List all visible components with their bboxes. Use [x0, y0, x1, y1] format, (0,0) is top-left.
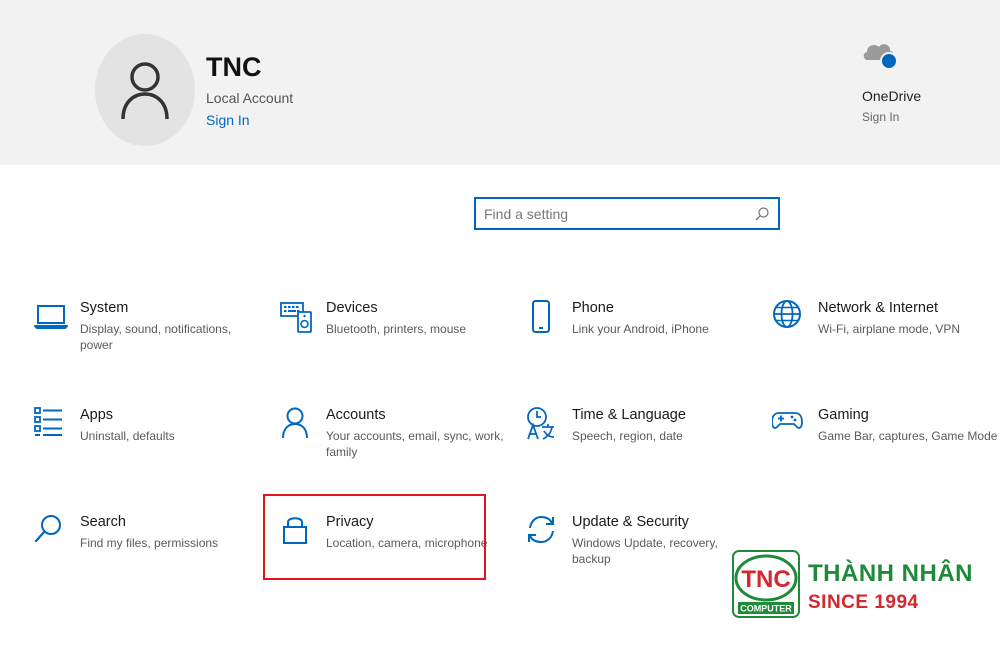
account-header: TNC Local Account Sign In OneDrive Sign … [0, 0, 1000, 165]
tile-description: Windows Update, recovery, backup [572, 536, 718, 566]
magnifier-icon [34, 514, 68, 548]
tile-description: Find my files, permissions [80, 536, 219, 550]
tile-title: Update & Security [572, 514, 689, 530]
tile-title: Time & Language [572, 407, 686, 423]
tile-title: Apps [80, 407, 114, 423]
brand-badge-subtext: COMPUTER [740, 604, 792, 614]
settings-tile-network[interactable]: Network & Internet Wi-Fi, airplane mode,… [772, 300, 1000, 378]
tile-title: Search [80, 514, 126, 530]
lock-icon [280, 514, 314, 548]
time-language-icon [526, 407, 560, 441]
onedrive-tile[interactable]: OneDrive Sign In [852, 36, 932, 131]
brand-badge-text: TNC [741, 566, 790, 593]
user-avatar-icon [121, 62, 169, 120]
tile-title: Gaming [818, 407, 869, 423]
tile-description: Bluetooth, printers, mouse [326, 322, 467, 336]
settings-tile-time-language[interactable]: Time & Language Speech, region, date [526, 407, 756, 485]
laptop-icon [34, 300, 68, 334]
settings-tile-gaming[interactable]: Gaming Game Bar, captures, Game Mode [771, 407, 1000, 485]
tile-description: Display, sound, notifications, power [80, 322, 232, 352]
globe-icon [772, 300, 806, 334]
sync-arrows-icon [526, 514, 560, 548]
gamepad-icon [771, 407, 806, 441]
account-name: TNC [206, 52, 262, 82]
tile-description: Link your Android, iPhone [572, 322, 709, 336]
tile-description: Speech, region, date [572, 429, 683, 443]
settings-tile-apps[interactable]: Apps Uninstall, defaults [34, 407, 264, 485]
settings-tile-phone[interactable]: Phone Link your Android, iPhone [526, 300, 756, 378]
tile-description: Your accounts, email, sync, work, family [326, 429, 504, 459]
tile-title: Privacy [326, 514, 374, 530]
tile-title: Network & Internet [818, 300, 939, 316]
avatar[interactable] [95, 34, 195, 146]
tile-description: Uninstall, defaults [80, 429, 175, 443]
settings-tile-update-security[interactable]: Update & Security Windows Update, recove… [526, 514, 756, 592]
tile-title: Accounts [326, 407, 386, 423]
brand-name: THÀNH NHÂN [808, 560, 973, 587]
tnc-logo-icon: TNC COMPUTER [732, 550, 800, 618]
account-type: Local Account [206, 90, 294, 106]
search-icon[interactable] [754, 206, 770, 222]
settings-tile-system[interactable]: System Display, sound, notifications, po… [34, 300, 264, 378]
settings-tile-privacy[interactable]: Privacy Location, camera, microphone [280, 514, 510, 592]
phone-icon [526, 300, 560, 334]
tile-description: Wi-Fi, airplane mode, VPN [818, 322, 961, 336]
devices-icon [280, 300, 314, 334]
tile-description: Location, camera, microphone [326, 536, 488, 550]
settings-tile-search[interactable]: Search Find my files, permissions [34, 514, 264, 592]
settings-search-box[interactable] [474, 197, 780, 230]
onedrive-sign-in[interactable]: Sign In [862, 110, 899, 124]
tile-title: Phone [572, 300, 614, 316]
onedrive-label: OneDrive [862, 88, 922, 104]
apps-list-icon [34, 407, 68, 441]
brand-since: SINCE 1994 [808, 592, 919, 613]
tile-title: Devices [326, 300, 378, 316]
account-sign-in-link[interactable]: Sign In [206, 112, 250, 128]
person-icon [280, 407, 314, 441]
brand-watermark: TNC COMPUTER THÀNH NHÂN SINCE 1994 [732, 550, 982, 622]
onedrive-cloud-icon [863, 44, 898, 70]
settings-tile-devices[interactable]: Devices Bluetooth, printers, mouse [280, 300, 510, 378]
search-input[interactable] [484, 205, 754, 222]
settings-tile-accounts[interactable]: Accounts Your accounts, email, sync, wor… [280, 407, 510, 485]
tile-description: Game Bar, captures, Game Mode [818, 429, 998, 443]
tile-title: System [80, 300, 129, 316]
